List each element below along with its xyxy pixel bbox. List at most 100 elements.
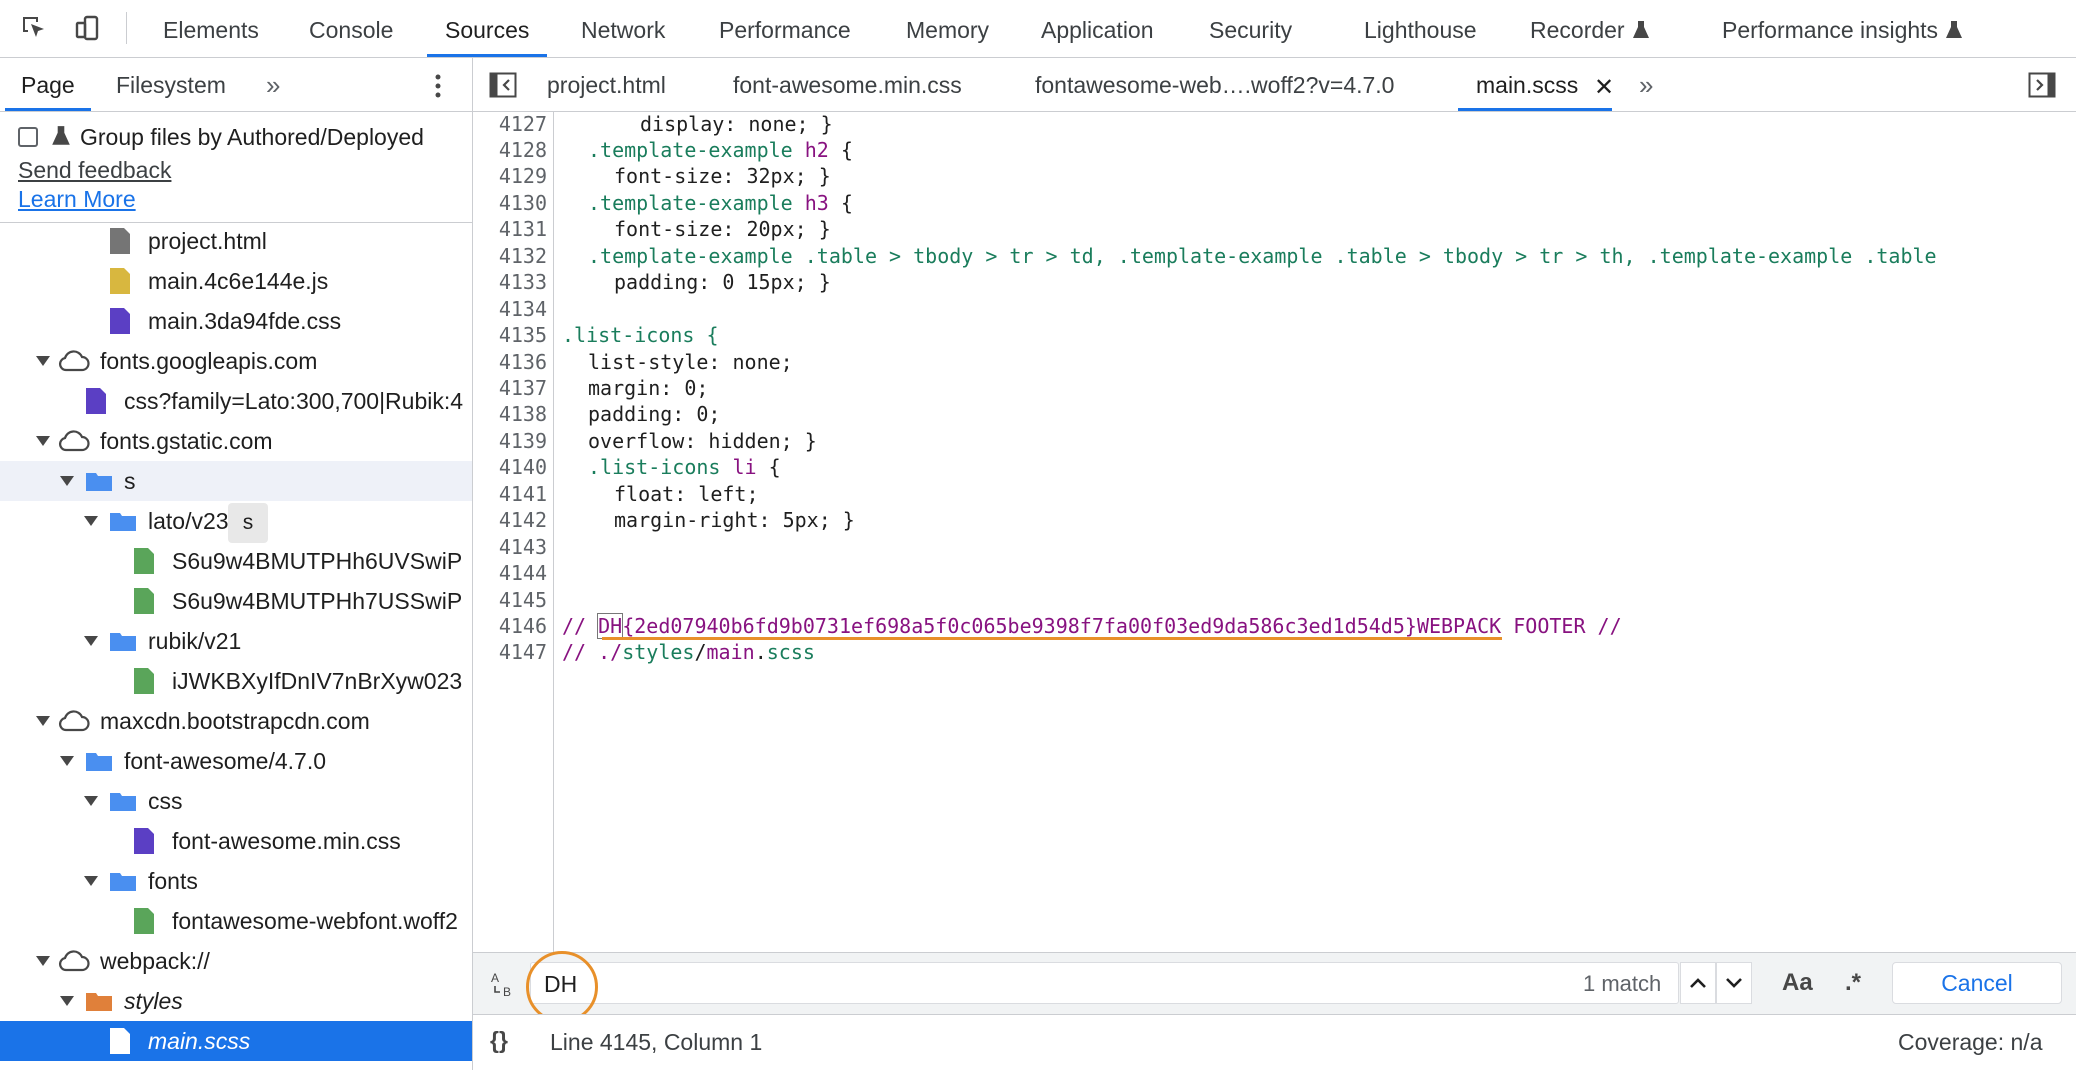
expand-arrow-icon[interactable] [60, 476, 74, 486]
tree-item-fonts-googleapis[interactable]: fonts.googleapis.com [0, 341, 472, 381]
expand-arrow-icon[interactable] [36, 716, 50, 726]
tab-console[interactable]: Console [309, 0, 393, 57]
editor-tab-font-awesome-css[interactable]: font-awesome.min.css [733, 58, 962, 111]
tree-item-rubik[interactable]: rubik/v21 [0, 621, 472, 661]
tab-elements[interactable]: Elements [163, 0, 259, 57]
tree-item-folder-s[interactable]: s [0, 461, 472, 501]
editor-tab-fontawesome-woff2[interactable]: fontawesome-web….woff2?v=4.7.0 [1035, 58, 1394, 111]
tab-application[interactable]: Application [1041, 0, 1154, 57]
tree-item-project-html[interactable]: project.html [0, 221, 472, 261]
tree-item-css-folder[interactable]: css [0, 781, 472, 821]
tree-item-main-js[interactable]: main.4c6e144e.js [0, 261, 472, 301]
match-case-button[interactable]: Aa [1782, 969, 1813, 997]
tree-item-font-file[interactable]: iJWKBXyIfDnIV7nBrXyw023 [0, 661, 472, 701]
tab-security[interactable]: Security [1209, 0, 1292, 57]
coverage-status: Coverage: n/a [1898, 1029, 2043, 1055]
tab-page[interactable]: Page [5, 58, 91, 111]
more-tabs-button[interactable]: » [266, 58, 280, 111]
editor-tab-main-scss[interactable]: main.scss [1457, 58, 1613, 111]
line-number: 4145 [498, 588, 547, 612]
code-selector: .template-example [588, 138, 793, 162]
tree-item-label: main.3da94fde.css [148, 308, 342, 334]
tree-item-label: lato/v23 [148, 508, 229, 534]
tab-recorder[interactable]: Recorder [1530, 0, 1649, 57]
tree-item-main-scss[interactable]: main.scss [0, 1021, 472, 1061]
tree-item-font-file[interactable]: S6u9w4BMUTPHh7USSwiP [0, 581, 472, 621]
code-tag: h3 [804, 191, 829, 215]
code-tag: li [732, 455, 757, 479]
tab-network[interactable]: Network [581, 0, 665, 57]
tree-item-label: css?family=Lato:300,700|Rubik:4 [124, 388, 464, 414]
tree-item-label: S6u9w4BMUTPHh6UVSwiP [172, 548, 463, 574]
tree-item-label: fonts.gstatic.com [100, 428, 273, 454]
send-feedback-link[interactable]: Send feedback [18, 157, 171, 184]
line-number: 4131 [498, 217, 547, 241]
cancel-button[interactable]: Cancel [1892, 962, 2062, 1004]
font-file-icon [134, 908, 154, 934]
expand-arrow-icon[interactable] [84, 796, 98, 806]
expand-arrow-icon[interactable] [60, 996, 74, 1006]
line-number: 4137 [498, 376, 547, 400]
code-selector: .list-icons [588, 455, 721, 479]
code-path: . [754, 640, 767, 664]
chevron-down-icon [1726, 978, 1742, 988]
expand-arrow-icon[interactable] [36, 356, 50, 366]
tree-item-fonts-gstatic[interactable]: fonts.gstatic.com [0, 421, 472, 461]
previous-match-button[interactable] [1680, 962, 1716, 1004]
tree-item-font-awesome[interactable]: font-awesome/4.7.0 [0, 741, 472, 781]
tab-memory[interactable]: Memory [906, 0, 989, 57]
inspect-element-icon[interactable] [16, 10, 52, 46]
regex-button[interactable]: .* [1845, 969, 1861, 997]
folder-icon [110, 513, 136, 531]
tab-filesystem[interactable]: Filesystem [116, 58, 226, 111]
expand-arrow-icon[interactable] [84, 876, 98, 886]
code-line: list-style: none; [588, 350, 793, 374]
device-toolbar-icon[interactable] [70, 10, 106, 46]
tab-performance[interactable]: Performance [719, 0, 851, 57]
pretty-print-button[interactable]: {} [490, 1027, 508, 1054]
flask-icon [52, 125, 70, 152]
tree-item-css-family[interactable]: css?family=Lato:300,700|Rubik:4 [0, 381, 472, 421]
replace-toggle-icon[interactable]: AB [489, 970, 519, 999]
line-number: 4140 [498, 455, 547, 479]
code-line: .template-example h3 { [588, 191, 853, 215]
expand-arrow-icon[interactable] [36, 956, 50, 966]
editor-tab-project-html[interactable]: project.html [547, 58, 666, 111]
toggle-debugger-icon[interactable] [2028, 72, 2056, 98]
expand-arrow-icon[interactable] [60, 756, 74, 766]
code-line: margin: 0; [588, 376, 709, 400]
tab-performance-insights[interactable]: Performance insights [1722, 0, 1963, 57]
tree-item-fonts-folder[interactable]: fonts [0, 861, 472, 901]
line-number: 4133 [498, 270, 547, 294]
cloud-icon [59, 710, 90, 732]
more-editor-tabs-icon[interactable]: » [1639, 70, 1653, 101]
line-number: 4144 [498, 561, 547, 585]
tree-item-fontawesome-webfont[interactable]: fontawesome-webfont.woff2 [0, 901, 472, 941]
tree-item-maxcdn[interactable]: maxcdn.bootstrapcdn.com [0, 701, 472, 741]
editor-tabs: project.html font-awesome.min.css fontaw… [473, 58, 2076, 112]
group-files-checkbox[interactable] [18, 127, 38, 147]
tree-item-webpack[interactable]: webpack:// [0, 941, 472, 981]
status-bar: {} Line 4145, Column 1 Coverage: n/a [473, 1014, 2076, 1071]
tree-item-font-awesome-css[interactable]: font-awesome.min.css [0, 821, 472, 861]
tree-item-styles[interactable]: styles [0, 981, 472, 1021]
toggle-navigator-icon[interactable] [489, 72, 517, 98]
close-tab-icon[interactable]: ✕ [1594, 73, 1614, 102]
more-options-icon[interactable] [428, 72, 448, 100]
search-input[interactable]: DH 1 match [530, 962, 1679, 1004]
tree-item-main-css[interactable]: main.3da94fde.css [0, 301, 472, 341]
css-file-icon [134, 828, 154, 854]
tree-item-label: project.html [148, 228, 267, 254]
expand-arrow-icon[interactable] [84, 516, 98, 526]
tree-item-font-file[interactable]: S6u9w4BMUTPHh6UVSwiP [0, 541, 472, 581]
group-files-label: Group files by Authored/Deployed [80, 124, 424, 150]
tab-sources[interactable]: Sources [426, 0, 548, 57]
tree-item-label: rubik/v21 [148, 628, 242, 654]
learn-more-link[interactable]: Learn More [18, 186, 136, 213]
expand-arrow-icon[interactable] [36, 436, 50, 446]
expand-arrow-icon[interactable] [84, 636, 98, 646]
code-line: font-size: 20px; } [614, 217, 831, 241]
tab-lighthouse[interactable]: Lighthouse [1364, 0, 1477, 57]
next-match-button[interactable] [1716, 962, 1752, 1004]
chevron-up-icon [1690, 978, 1706, 988]
